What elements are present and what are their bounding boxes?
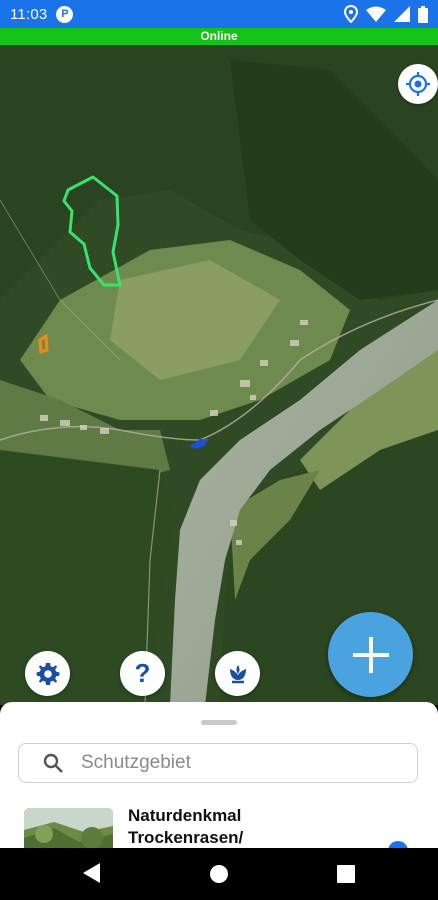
status-icons	[344, 5, 428, 23]
add-button[interactable]	[328, 612, 413, 697]
locate-icon	[406, 72, 430, 96]
list-item[interactable]: Naturdenkmal Trockenrasen/	[0, 802, 438, 848]
settings-button[interactable]	[25, 651, 70, 696]
help-button[interactable]: ?	[120, 651, 165, 696]
item-thumbnail	[24, 808, 113, 848]
search-input[interactable]	[79, 751, 383, 775]
species-button[interactable]	[215, 651, 260, 696]
system-nav-bar	[0, 848, 438, 900]
recents-icon[interactable]	[337, 865, 355, 883]
status-bar: 11:03 P	[0, 0, 438, 28]
search-icon	[43, 753, 63, 773]
wifi-icon	[366, 6, 386, 22]
bottom-sheet[interactable]: Naturdenkmal Trockenrasen/	[0, 702, 438, 848]
connection-status-banner: Online	[0, 28, 438, 45]
sheet-drag-handle[interactable]	[201, 720, 237, 725]
search-box[interactable]	[18, 743, 418, 783]
item-title: Naturdenkmal Trockenrasen/	[128, 805, 368, 848]
locate-me-button[interactable]	[398, 64, 438, 104]
plus-icon	[352, 636, 389, 673]
satellite-map[interactable]	[0, 45, 438, 705]
back-icon[interactable]	[82, 862, 102, 884]
status-time: 11:03	[10, 5, 48, 23]
signal-icon	[394, 6, 410, 22]
notification-badge: P	[56, 5, 74, 23]
home-icon[interactable]	[209, 864, 229, 884]
item-info-badge[interactable]	[388, 841, 408, 848]
help-icon: ?	[134, 658, 151, 688]
battery-icon	[418, 5, 428, 23]
item-title-line2: Trockenrasen/	[128, 828, 244, 847]
item-title-line1: Naturdenkmal	[128, 806, 242, 825]
map-view[interactable]	[0, 45, 438, 705]
gear-icon	[36, 662, 59, 685]
location-icon	[344, 5, 358, 23]
flower-icon	[229, 664, 246, 683]
